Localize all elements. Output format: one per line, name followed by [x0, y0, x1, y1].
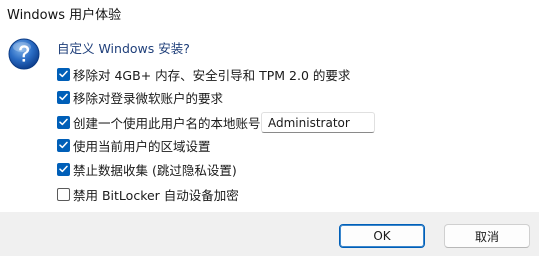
setup-dialog: Windows 用户体验 自定义 Windows 安装? 移除对 4GB+ 内存… [0, 0, 539, 256]
option-label: 禁止数据收集 (跳过隐私设置) [73, 162, 237, 178]
option-use-regional-settings[interactable]: 使用当前用户的区域设置 [57, 137, 211, 154]
checkmark-icon [59, 93, 68, 101]
option-disable-data-collection[interactable]: 禁止数据收集 (跳过隐私设置) [57, 161, 237, 178]
question-icon [8, 38, 40, 70]
checkbox-checked[interactable] [57, 67, 70, 81]
checkbox-checked[interactable] [57, 115, 70, 129]
checkmark-icon [59, 118, 68, 126]
cancel-button[interactable]: 取消 [444, 224, 530, 248]
option-label: 创建一个使用此用户名的本地账号: [73, 115, 265, 131]
checkbox-unchecked[interactable] [57, 187, 70, 201]
dialog-prompt: 自定义 Windows 安装? [57, 41, 190, 56]
option-disable-bitlocker[interactable]: 禁用 BitLocker 自动设备加密 [57, 186, 239, 203]
checkbox-checked[interactable] [57, 90, 70, 104]
option-label: 禁用 BitLocker 自动设备加密 [73, 187, 239, 203]
checkmark-icon [59, 165, 68, 173]
option-label: 移除对登录微软账户的要求 [73, 90, 224, 106]
checkmark-icon [59, 141, 68, 149]
option-label: 移除对 4GB+ 内存、安全引导和 TPM 2.0 的要求 [73, 67, 351, 83]
checkmark-icon [59, 70, 68, 78]
checkbox-checked[interactable] [57, 162, 70, 176]
window-title: Windows 用户体验 [7, 8, 122, 23]
checkbox-checked[interactable] [57, 138, 70, 152]
local-account-name-input[interactable] [261, 112, 375, 133]
option-remove-hardware-requirements[interactable]: 移除对 4GB+ 内存、安全引导和 TPM 2.0 的要求 [57, 66, 351, 83]
option-remove-online-account[interactable]: 移除对登录微软账户的要求 [57, 89, 224, 106]
option-label: 使用当前用户的区域设置 [73, 138, 211, 154]
option-create-local-account[interactable]: 创建一个使用此用户名的本地账号: [57, 114, 265, 131]
title-bar: Windows 用户体验 [0, 0, 539, 26]
ok-button[interactable]: OK [339, 224, 425, 248]
